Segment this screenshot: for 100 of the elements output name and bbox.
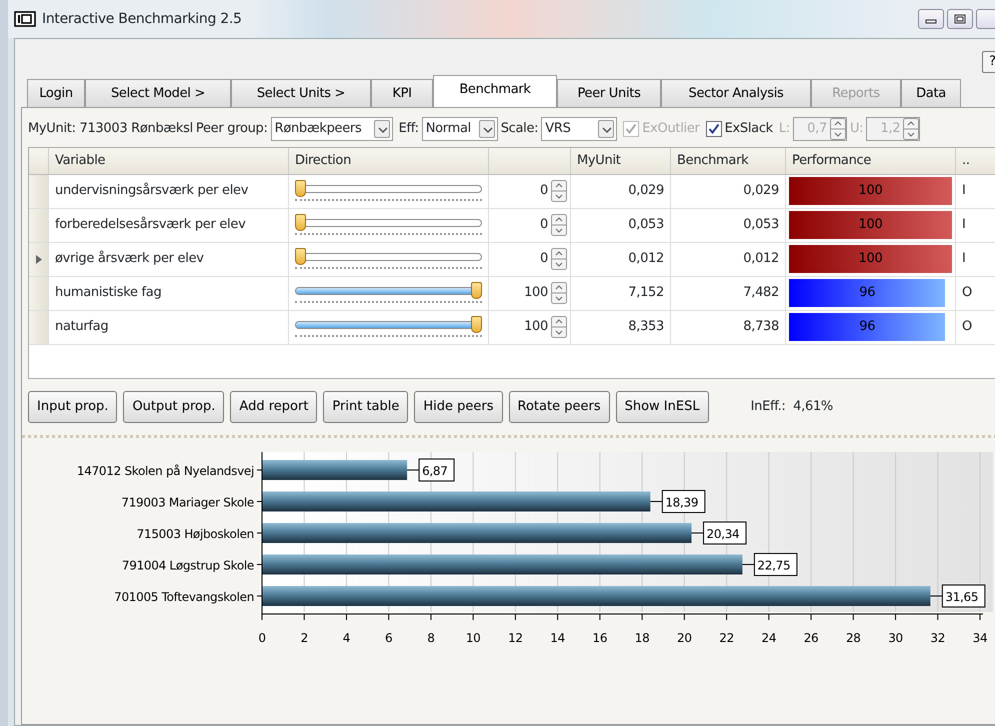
performance-bar: 96: [789, 313, 946, 341]
tick-label: 34: [972, 630, 988, 644]
weight-value: 0: [540, 216, 548, 234]
table-cell: øvrige årsværk per elev: [49, 242, 289, 276]
action-button[interactable]: Output prop.: [123, 391, 224, 422]
table-cell: 0,029: [671, 174, 786, 208]
slider[interactable]: [295, 214, 482, 236]
help-button[interactable]: ?: [982, 51, 995, 72]
performance-bar: 96: [789, 279, 946, 307]
column-header[interactable]: MyUnit: [571, 148, 671, 174]
tick-label: 18: [634, 630, 650, 644]
action-button[interactable]: Rotate peers: [508, 391, 610, 422]
table-cell: O: [956, 276, 995, 310]
tick-label: 6: [385, 630, 392, 644]
action-button[interactable]: Show InESL: [616, 391, 709, 422]
tab[interactable]: Select Units >: [231, 78, 371, 107]
performance-bar: 100: [789, 211, 952, 239]
category-label: 701005 Toftevangskolen: [114, 590, 254, 604]
data-label: 6,87: [406, 458, 455, 481]
table-cell: 8,353: [571, 310, 671, 344]
tick-label: 28: [846, 630, 861, 644]
data-label: 18,39: [665, 495, 698, 509]
table-cell: 8,738: [671, 310, 786, 344]
table-cell: 0,012: [571, 242, 671, 276]
row-header[interactable]: [29, 242, 49, 276]
table-cell: undervisningsårsværk per elev: [49, 174, 289, 208]
tab[interactable]: Select Model >: [85, 78, 231, 107]
action-button[interactable]: Input prop.: [28, 391, 118, 422]
category-label: 791004 Løgstrup Skole: [122, 558, 254, 572]
eff-dropdown[interactable]: Normal: [422, 117, 498, 141]
slider[interactable]: [295, 316, 482, 338]
spinner-arrows-icon[interactable]: [551, 214, 567, 236]
table-cell: I: [956, 174, 995, 208]
slider[interactable]: [295, 248, 482, 270]
minimize-button[interactable]: [918, 9, 944, 29]
tick-label: 2: [300, 630, 308, 644]
spinner-arrows-icon[interactable]: [551, 180, 567, 202]
tick-label: 20: [677, 630, 692, 644]
data-label: 20,34: [706, 526, 740, 540]
column-header[interactable]: Performance: [786, 148, 956, 174]
table-cell: 7,482: [671, 276, 786, 310]
spinner-arrows-icon[interactable]: [551, 282, 567, 304]
tick-label: 8: [427, 630, 435, 644]
column-header[interactable]: Direction: [289, 148, 489, 174]
tab[interactable]: Sector Analysis: [661, 78, 811, 107]
tick-label: 30: [888, 630, 903, 644]
slider[interactable]: [295, 282, 482, 304]
tick-label: 32: [930, 630, 946, 644]
window-title: Interactive Benchmarking 2.5: [42, 10, 242, 28]
peer-group-dropdown[interactable]: Rønbækpeers: [270, 117, 393, 141]
spinner-arrows-icon[interactable]: [551, 316, 567, 338]
tab[interactable]: Login: [27, 78, 85, 107]
table-cell: humanistiske fag: [49, 276, 289, 310]
column-header[interactable]: ..: [956, 148, 995, 174]
scale-label: Scale:: [500, 120, 538, 138]
table-cell: 7,152: [571, 276, 671, 310]
data-label: 31,65: [945, 590, 978, 604]
eff-label: Eff:: [398, 120, 419, 138]
close-button[interactable]: [976, 9, 995, 29]
tab[interactable]: Peer Units: [557, 78, 661, 107]
data-label: 6,87: [422, 464, 448, 478]
action-button[interactable]: Print table: [323, 391, 408, 422]
weight-value: 100: [524, 318, 548, 336]
data-label: 22,75: [742, 552, 798, 576]
data-label: 31,65: [930, 584, 986, 607]
tick-label: 12: [508, 630, 523, 644]
inefficiency-value: InEff.: 4,61%: [750, 398, 833, 416]
tick-label: 0: [258, 630, 266, 644]
tab[interactable]: Data: [901, 78, 961, 107]
table-cell: 0,053: [571, 208, 671, 242]
scale-dropdown[interactable]: VRS: [541, 117, 618, 141]
tab[interactable]: Benchmark: [433, 74, 557, 107]
slider[interactable]: [295, 180, 482, 202]
lower-limit-label: L:: [778, 120, 790, 138]
checkbox[interactable]: [706, 121, 722, 137]
column-header[interactable]: Benchmark: [671, 148, 786, 174]
checkbox-label: ExOutlier: [642, 120, 700, 138]
peer-group-label: Peer group:: [196, 120, 268, 138]
maximize-button[interactable]: [947, 9, 973, 29]
category-label: 147012 Skolen på Nyelandsvej: [76, 464, 254, 478]
column-header[interactable]: Variable: [49, 148, 289, 174]
spinner-arrows-icon[interactable]: [903, 118, 920, 140]
table-cell: I: [956, 242, 995, 276]
checkbox-label: ExSlack: [724, 120, 773, 138]
tick-label: 4: [342, 630, 350, 644]
column-header: [29, 148, 49, 174]
tick-label: 24: [762, 630, 776, 644]
performance-bar: 100: [789, 245, 952, 273]
maximize-icon: [954, 14, 966, 24]
weight-value: 0: [540, 182, 548, 200]
tick-label: 14: [550, 630, 565, 644]
weight-value: 0: [540, 250, 548, 268]
spinner-arrows-icon[interactable]: [551, 248, 567, 270]
action-button[interactable]: Add report: [230, 391, 318, 422]
table-cell: I: [956, 208, 995, 242]
tab[interactable]: KPI: [371, 78, 433, 107]
action-button[interactable]: Hide peers: [414, 391, 503, 422]
unit-label: MyUnit: 713003 Rønbæksl: [28, 120, 193, 138]
tick-label: 16: [592, 630, 608, 644]
data-label: 22,75: [757, 558, 790, 572]
